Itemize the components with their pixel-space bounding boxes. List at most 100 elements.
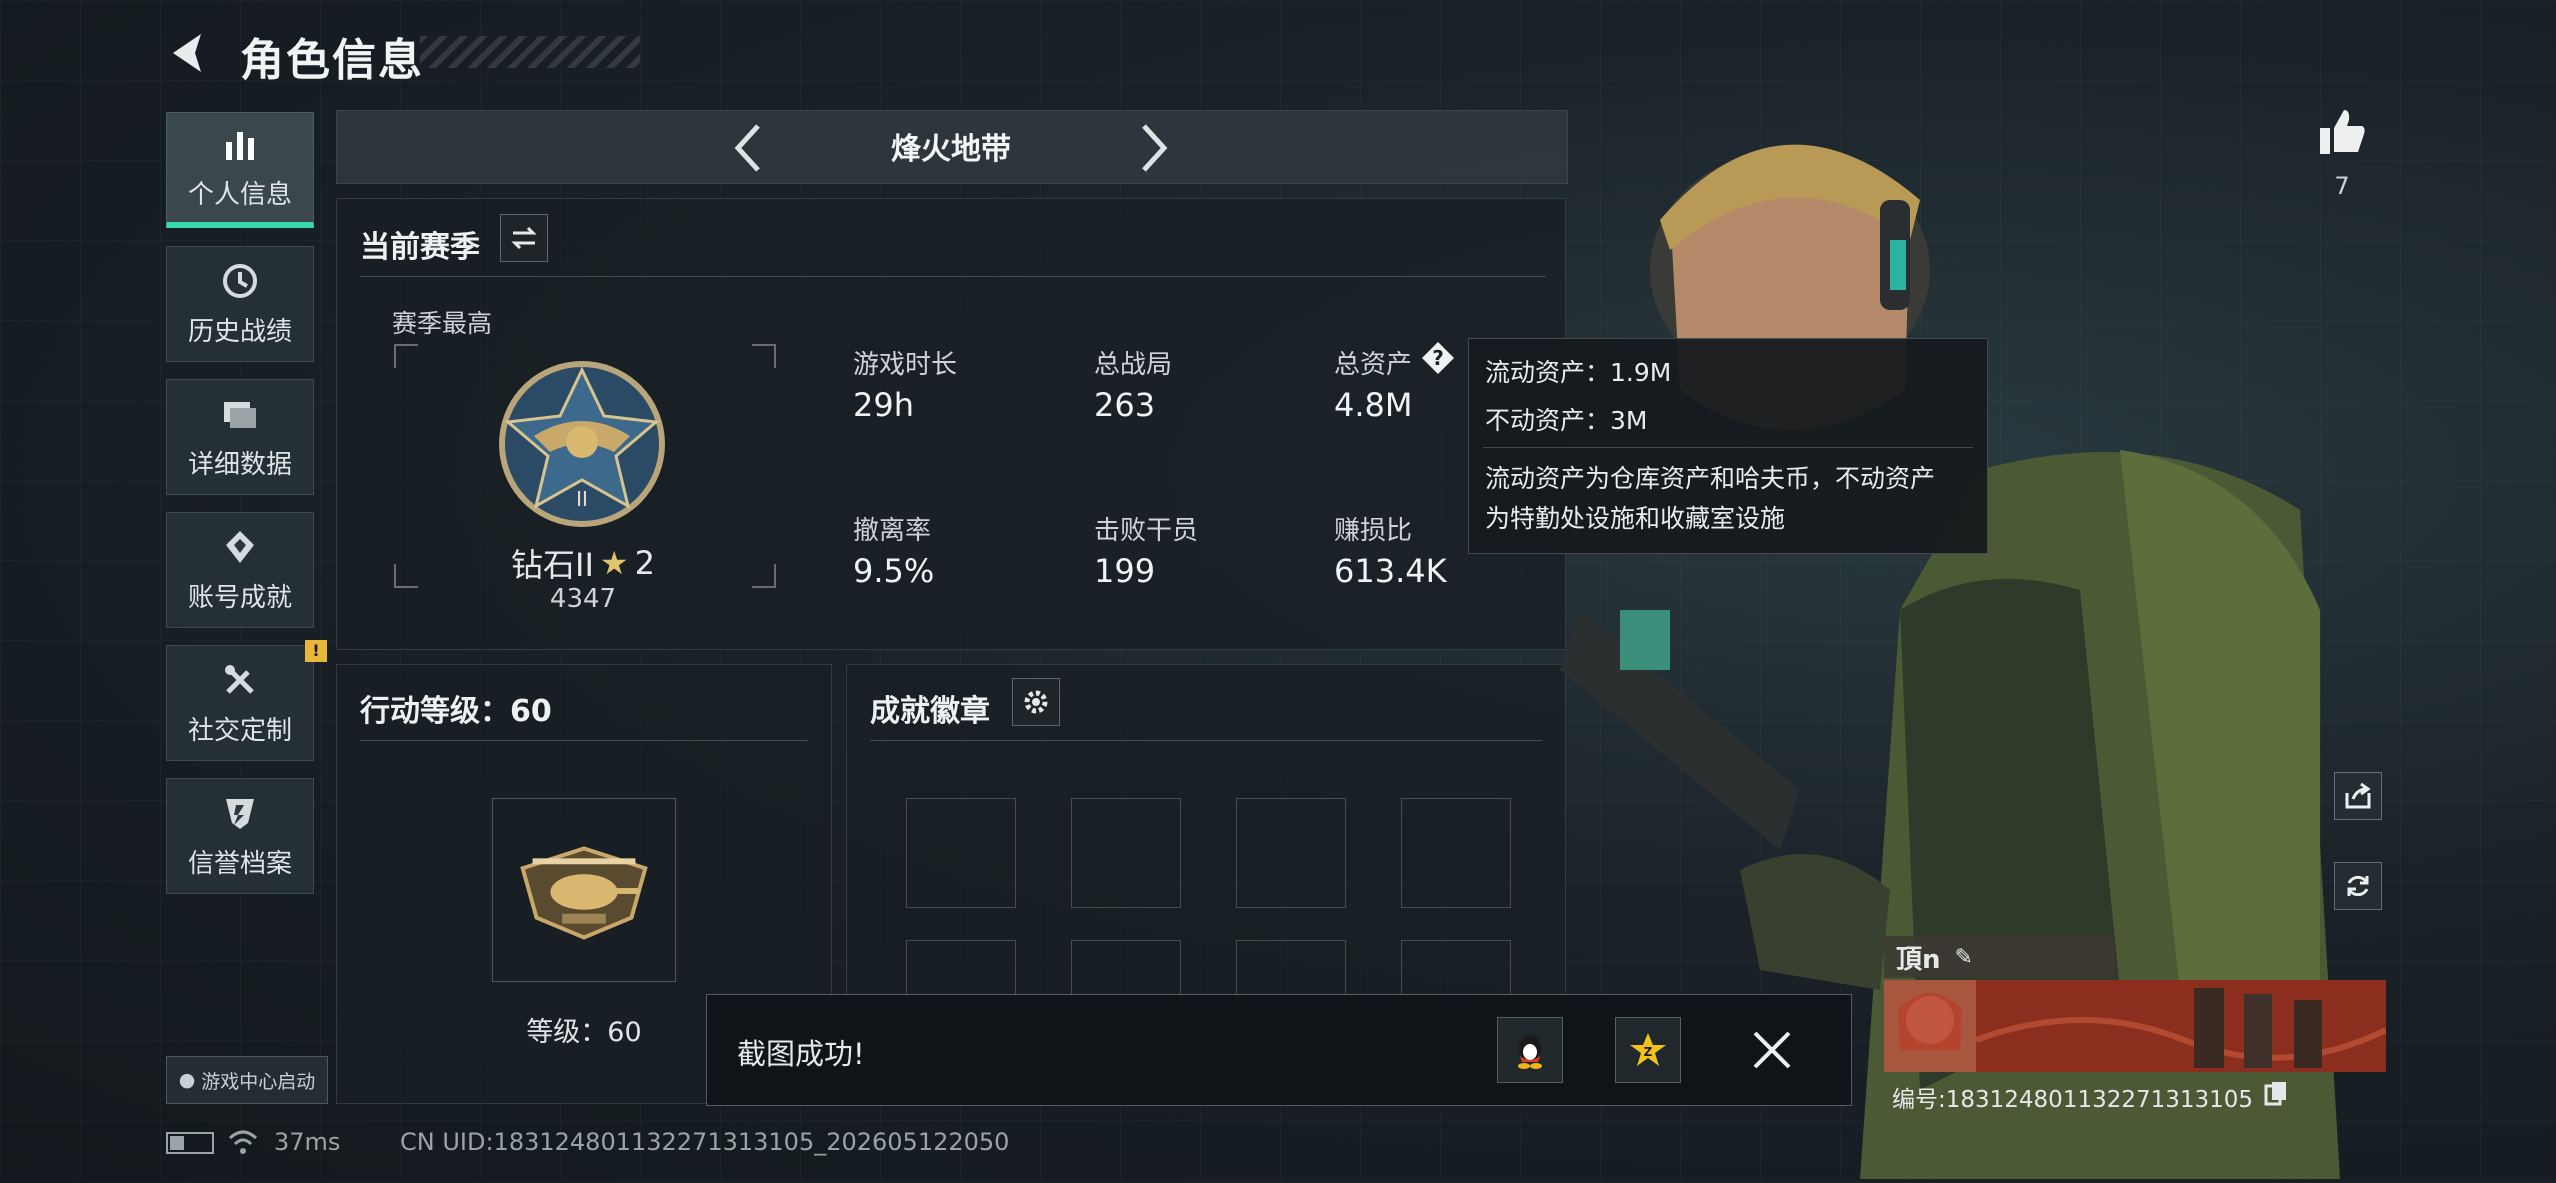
clock-icon: [223, 263, 257, 298]
badges-title: 成就徽章: [870, 694, 990, 729]
page-title: 角色信息: [240, 35, 424, 86]
level-emblem-frame: [492, 798, 676, 982]
folder-icon: [224, 401, 256, 428]
tooltip-liquid-assets: 流动资产：1.9M: [1485, 358, 1672, 387]
refresh-button[interactable]: [2334, 862, 2382, 910]
title-decoration: [420, 36, 640, 68]
like-count: 7: [2334, 172, 2350, 200]
badge-slot[interactable]: [906, 798, 1016, 908]
next-mode-button[interactable]: [1134, 118, 1174, 178]
edit-icon[interactable]: ✎: [1955, 945, 1973, 970]
stat-label-playtime: 游戏时长: [853, 350, 958, 380]
divider: [870, 740, 1542, 741]
player-card-banner: [1884, 980, 2388, 1072]
stat-value-extract-rate: 9.5%: [853, 552, 935, 590]
sidebar-item-label: 个人信息: [187, 180, 292, 210]
sidebar-item-reputation[interactable]: 信誉档案: [166, 778, 314, 894]
star-icon: ★: [599, 544, 629, 582]
sidebar-item-social-custom[interactable]: 社交定制 !: [166, 640, 327, 761]
action-level-title: 行动等级：60: [360, 694, 552, 729]
frame-corner: [394, 344, 418, 368]
stat-label-total-matches: 总战局: [1094, 350, 1173, 380]
badge-slot[interactable]: [1071, 940, 1181, 1001]
toast-message: 截图成功!: [737, 1037, 865, 1071]
stat-value-playtime: 29h: [853, 386, 914, 424]
stat-label-profit-ratio: 赚损比: [1334, 516, 1413, 546]
divider: [1483, 447, 1973, 448]
badge-slot[interactable]: [906, 940, 1016, 1001]
thumbs-up-icon[interactable]: [2316, 106, 2368, 158]
sidebar-item-personal-info[interactable]: 个人信息: [166, 112, 314, 228]
tooltip-description-line1: 流动资产为仓库资产和哈夫币，不动资产: [1485, 464, 1936, 493]
badge-slot[interactable]: [1071, 798, 1181, 908]
launch-label: 游戏中心启动: [201, 1070, 316, 1093]
share-qq-button[interactable]: [1497, 1017, 1563, 1083]
qzone-star-icon: Z: [1630, 1033, 1666, 1066]
sidebar-item-label: 信誉档案: [187, 848, 292, 879]
swap-icon: [511, 226, 537, 250]
player-name-bar: 頂n ✎: [1884, 936, 2114, 978]
rank-row: 钻石II ★ 2: [508, 540, 658, 586]
sidebar-item-label: 账号成就: [187, 582, 292, 613]
ping-text: 37ms: [274, 1128, 341, 1156]
rank-score: 4347: [549, 584, 617, 614]
stat-value-total-assets: 4.8M: [1334, 386, 1413, 424]
stat-label-total-assets: 总资产: [1334, 350, 1413, 380]
mode-name: 烽火地带: [891, 132, 1011, 167]
badge-slot[interactable]: [1401, 798, 1511, 908]
gear-icon: [1024, 690, 1048, 714]
stat-label-kills: 击败干员: [1094, 516, 1199, 546]
sidebar-item-label: 历史战绩: [187, 316, 292, 347]
back-arrow-icon[interactable]: [165, 28, 215, 78]
game-center-launch-button[interactable]: ● 游戏中心启动: [166, 1056, 328, 1104]
frame-corner: [752, 564, 776, 588]
divider: [360, 276, 1546, 277]
copy-icon[interactable]: [2264, 1080, 2288, 1108]
frame-corner: [394, 564, 418, 588]
sidebar-item-history[interactable]: 历史战绩: [166, 246, 314, 362]
svg-text:II: II: [576, 487, 588, 511]
svg-text:Z: Z: [1644, 1045, 1653, 1059]
badge-slot[interactable]: [1236, 940, 1346, 1001]
share-button[interactable]: [2334, 772, 2382, 820]
stat-value-profit-ratio: 613.4K: [1334, 552, 1447, 590]
rank-emblem-icon: II: [494, 356, 670, 532]
shield-icon: [226, 798, 254, 829]
tools-icon: [225, 664, 254, 694]
season-title: 当前赛季: [360, 230, 480, 265]
close-icon: [1753, 1031, 1791, 1069]
badge-slot[interactable]: [1401, 940, 1511, 1001]
sidebar-item-label: 详细数据: [187, 449, 292, 480]
sidebar-item-label: 社交定制: [187, 715, 292, 746]
help-icon[interactable]: ?: [1420, 340, 1456, 376]
badge-slot[interactable]: [1236, 798, 1346, 908]
share-qzone-button[interactable]: Z: [1615, 1017, 1681, 1083]
level-label: 等级：60: [526, 1017, 642, 1048]
share-icon: [2345, 782, 2371, 809]
tooltip-fixed-assets: 不动资产：3M: [1485, 406, 1648, 435]
season-best-label: 赛季最高: [392, 309, 493, 338]
stat-value-total-matches: 263: [1094, 386, 1156, 424]
helicopter-emblem-icon: [520, 846, 648, 940]
switch-season-button[interactable]: [500, 214, 548, 262]
sidebar-item-achievements[interactable]: 账号成就: [166, 512, 314, 628]
warning-badge: !: [305, 640, 327, 662]
qq-icon: [1518, 1035, 1542, 1069]
rank-stars: 2: [634, 544, 655, 582]
close-toast-button[interactable]: [1747, 1025, 1797, 1075]
frame-corner: [752, 344, 776, 368]
uid-text: CN UID:183124801132271313105_20260512205…: [400, 1128, 1010, 1156]
bar-chart-icon: [226, 132, 254, 160]
badge-settings-button[interactable]: [1012, 678, 1060, 726]
prev-mode-button[interactable]: [728, 118, 768, 178]
tooltip-description-line2: 为特勤处设施和收藏室设施: [1485, 504, 1786, 533]
rank-name: 钻石II: [511, 546, 594, 584]
refresh-icon: [2347, 875, 2369, 897]
stat-label-extract-rate: 撤离率: [853, 516, 932, 546]
stat-value-kills: 199: [1094, 552, 1156, 590]
screenshot-toast: 截图成功! Z: [706, 994, 1852, 1106]
battery-icon: [166, 1132, 214, 1154]
assets-tooltip: 流动资产：1.9M 不动资产：3M 流动资产为仓库资产和哈夫币，不动资产 为特勤…: [1468, 338, 1988, 554]
sidebar-item-detailed-data[interactable]: 详细数据: [166, 379, 314, 495]
achievement-icon: [226, 530, 254, 563]
